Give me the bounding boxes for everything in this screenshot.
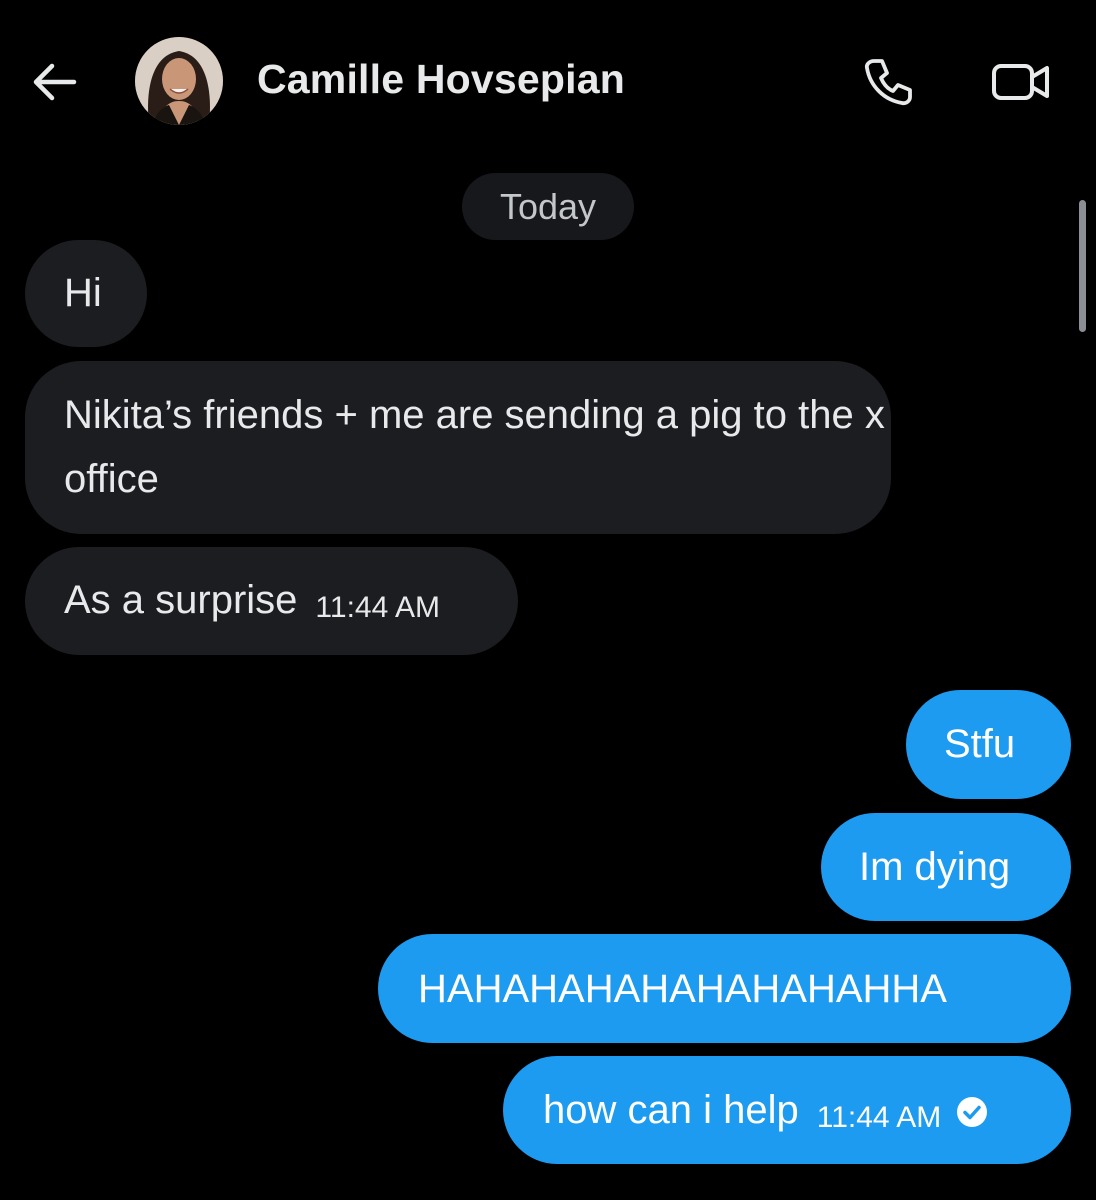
arrow-left-icon — [33, 63, 77, 101]
scrollbar[interactable] — [1079, 200, 1086, 332]
message-bubble-incoming[interactable]: Hi — [25, 240, 147, 347]
back-button[interactable] — [22, 50, 86, 114]
message-bubble-outgoing[interactable]: HAHAHAHAHAHAHAHAHHA — [378, 934, 1071, 1043]
avatar[interactable] — [135, 37, 223, 125]
message-text: Stfu — [944, 722, 1016, 766]
message-bubble-outgoing[interactable]: how can i help 11:44 AM — [503, 1056, 1071, 1164]
message-bubble-incoming[interactable]: Nikita’s friends + me are sending a pig … — [25, 361, 891, 534]
message-bubble-outgoing[interactable]: Stfu — [906, 690, 1071, 799]
message-timestamp: 11:44 AM — [816, 1101, 942, 1134]
message-text: HAHAHAHAHAHAHAHAHHA — [418, 967, 947, 1011]
message-bubble-outgoing[interactable]: Im dying — [821, 813, 1071, 921]
date-separator: Today — [462, 173, 634, 240]
message-text: Im dying — [859, 845, 1011, 889]
message-timestamp: 11:44 AM — [315, 591, 440, 624]
message-text: Hi — [64, 271, 102, 315]
message-text: Nikita’s friends + me are sending a pig … — [64, 393, 885, 501]
message-text: As a surprise — [64, 578, 298, 622]
read-check-icon — [957, 1097, 988, 1127]
message-bubble-incoming[interactable]: As a surprise 11:44 AM — [25, 547, 518, 655]
contact-name[interactable]: Camille Hovsepian — [257, 56, 625, 103]
phone-icon — [864, 59, 912, 106]
video-camera-icon — [992, 64, 1049, 100]
video-call-button[interactable] — [985, 50, 1057, 114]
message-text: how can i help — [543, 1088, 799, 1132]
call-button[interactable] — [856, 50, 920, 114]
